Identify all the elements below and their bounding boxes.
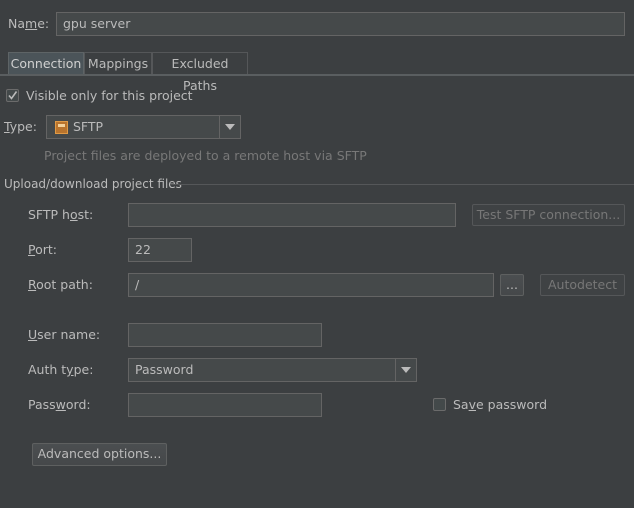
- chevron-down-icon[interactable]: [219, 116, 240, 138]
- checkmark-icon: [8, 91, 18, 100]
- advanced-options-button[interactable]: Advanced options...: [32, 443, 167, 466]
- user-name-label: User name:: [28, 327, 101, 342]
- browse-button[interactable]: ...: [500, 274, 524, 296]
- user-name-input[interactable]: [128, 323, 322, 347]
- sftp-host-input[interactable]: [128, 203, 456, 227]
- port-input[interactable]: 22: [128, 238, 192, 262]
- type-hint: Project files are deployed to a remote h…: [44, 148, 367, 163]
- name-input[interactable]: gpu server: [56, 12, 625, 36]
- tab-mappings[interactable]: Mappings: [84, 52, 152, 75]
- type-select-value: SFTP: [73, 119, 104, 134]
- test-sftp-connection-button[interactable]: Test SFTP connection...: [472, 204, 625, 226]
- chevron-down-icon[interactable]: [395, 359, 416, 381]
- root-path-label: Root path:: [28, 277, 93, 292]
- password-label: Password:: [28, 397, 91, 412]
- save-password-checkbox[interactable]: [433, 398, 446, 411]
- visible-only-label[interactable]: Visible only for this project: [26, 88, 193, 104]
- password-input[interactable]: [128, 393, 322, 417]
- name-label: Name:: [8, 16, 50, 31]
- autodetect-button[interactable]: Autodetect: [540, 274, 625, 296]
- port-label: Port:: [28, 242, 57, 257]
- auth-type-select[interactable]: Password: [128, 358, 417, 382]
- tab-excluded-paths[interactable]: Excluded Paths: [152, 52, 248, 93]
- tab-connection[interactable]: Connection: [8, 52, 84, 75]
- type-select[interactable]: SFTP: [46, 115, 241, 139]
- section-divider: [170, 184, 634, 185]
- root-path-input[interactable]: /: [128, 273, 494, 297]
- section-title: Upload/download project files: [4, 177, 182, 191]
- tab-separator: [0, 74, 634, 76]
- sftp-icon: [55, 121, 68, 134]
- visible-only-checkbox[interactable]: [6, 89, 19, 102]
- auth-type-value: Password: [135, 362, 194, 377]
- save-password-label[interactable]: Save password: [453, 397, 547, 413]
- type-label: Type:: [4, 119, 37, 134]
- auth-type-label: Auth type:: [28, 362, 94, 377]
- sftp-host-label: SFTP host:: [28, 207, 94, 222]
